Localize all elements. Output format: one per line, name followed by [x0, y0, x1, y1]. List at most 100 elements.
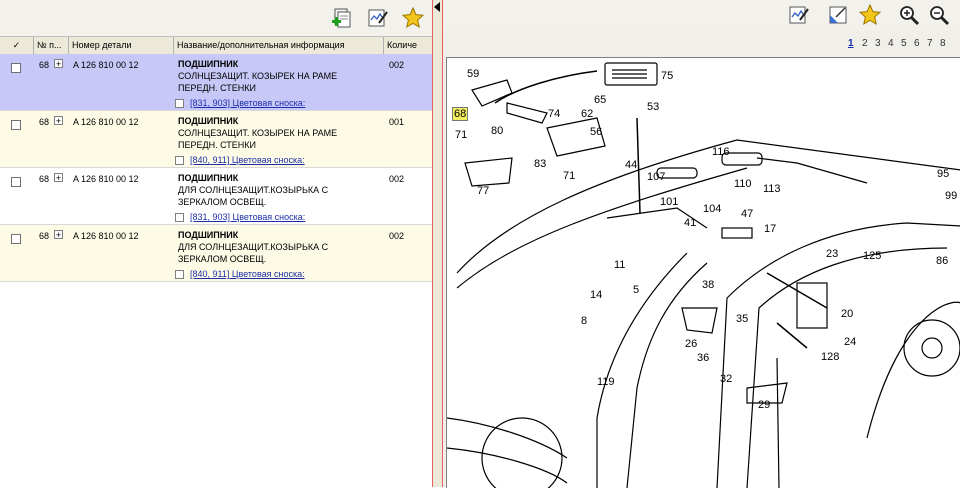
- column-header-position[interactable]: № п...: [34, 37, 69, 54]
- pane-splitter[interactable]: [432, 0, 443, 487]
- edit-notes-icon[interactable]: [785, 1, 813, 29]
- page-link-6[interactable]: 6: [914, 38, 920, 49]
- callout-label[interactable]: 80: [491, 125, 503, 137]
- part-number: A 126 810 00 12: [73, 117, 139, 127]
- part-description-line2: ЗЕРКАЛОМ ОСВЕЩ.: [178, 197, 267, 207]
- callout-label[interactable]: 74: [548, 108, 560, 120]
- part-description-line2: ЗЕРКАЛОМ ОСВЕЩ.: [178, 254, 267, 264]
- callout-label[interactable]: 75: [661, 70, 673, 82]
- edit-notes-icon[interactable]: [364, 4, 392, 32]
- fit-page-icon[interactable]: [824, 1, 852, 29]
- table-header: ✓ № п... Номер детали Название/дополните…: [0, 36, 432, 55]
- page-link-3[interactable]: 3: [875, 38, 881, 49]
- callout-label[interactable]: 26: [685, 338, 697, 350]
- callout-label[interactable]: 47: [741, 208, 753, 220]
- document-icon: [175, 270, 184, 279]
- callout-label[interactable]: 95: [937, 168, 949, 180]
- part-number: A 126 810 00 12: [73, 174, 139, 184]
- callout-label[interactable]: 59: [467, 68, 479, 80]
- callout-label[interactable]: 14: [590, 289, 602, 301]
- callout-label[interactable]: 71: [455, 129, 467, 141]
- column-header-part-number[interactable]: Номер детали: [69, 37, 174, 54]
- page-link-8[interactable]: 8: [940, 38, 946, 49]
- part-description-line1: СОЛНЦЕЗАЩИТ. КОЗЫРЕК НА РАМЕ: [178, 128, 338, 138]
- parts-diagram[interactable]: 59 75 65 62 74 53 56 68 71 80 44 83 77 7…: [446, 57, 960, 488]
- expand-icon[interactable]: +: [54, 173, 63, 183]
- callout-label[interactable]: 32: [720, 373, 732, 385]
- callout-label[interactable]: 119: [597, 376, 615, 388]
- callout-label[interactable]: 41: [684, 217, 696, 229]
- expand-icon[interactable]: +: [54, 59, 63, 69]
- row-checkbox[interactable]: [11, 120, 21, 130]
- part-description-line2: ПЕРЕДН. СТЕНКИ: [178, 83, 256, 93]
- callout-label[interactable]: 62: [581, 108, 593, 120]
- callout-label[interactable]: 38: [702, 279, 714, 291]
- callout-label[interactable]: 17: [764, 223, 776, 235]
- callout-label[interactable]: 65: [594, 94, 606, 106]
- callout-label[interactable]: 113: [763, 183, 781, 195]
- color-footnote-link[interactable]: [831, 903] Цветовая сноска:: [190, 98, 305, 108]
- callout-label[interactable]: 116: [712, 146, 730, 158]
- quantity: 002: [389, 60, 405, 70]
- callout-label[interactable]: 104: [703, 203, 721, 215]
- callout-label[interactable]: 5: [633, 284, 639, 296]
- position-number: 68: [39, 60, 50, 70]
- row-checkbox[interactable]: [11, 234, 21, 244]
- callout-label[interactable]: 71: [563, 170, 575, 182]
- table-row[interactable]: 68 + A 126 810 00 12 ПОДШИПНИК СОЛНЦЕЗАЩ…: [0, 54, 432, 111]
- part-description-line2: ПЕРЕДН. СТЕНКИ: [178, 140, 256, 150]
- expand-icon[interactable]: +: [54, 230, 63, 240]
- callout-label[interactable]: 107: [647, 171, 665, 183]
- callout-label[interactable]: 53: [647, 101, 659, 113]
- part-description-line1: ДЛЯ СОЛНЦЕЗАЩИТ.КОЗЫРЬКА С: [178, 185, 329, 195]
- page-link-1[interactable]: 1: [848, 38, 854, 49]
- document-icon: [175, 213, 184, 222]
- left-toolbar: [0, 0, 432, 36]
- column-header-check[interactable]: ✓: [0, 37, 34, 54]
- page-selector: 1 2 3 4 5 6 7 8: [443, 30, 960, 56]
- row-checkbox[interactable]: [11, 177, 21, 187]
- callout-label[interactable]: 86: [936, 255, 948, 267]
- callout-label-highlighted[interactable]: 68: [452, 107, 469, 121]
- callout-label[interactable]: 125: [863, 250, 881, 262]
- favorite-star-icon[interactable]: [399, 4, 427, 32]
- callout-label[interactable]: 128: [821, 351, 839, 363]
- table-row[interactable]: 68 + A 126 810 00 12 ПОДШИПНИК ДЛЯ СОЛНЦ…: [0, 168, 432, 225]
- expand-icon[interactable]: +: [54, 116, 63, 126]
- color-footnote-link[interactable]: [831, 903] Цветовая сноска:: [190, 212, 305, 222]
- callout-label[interactable]: 56: [590, 126, 602, 138]
- color-footnote-link[interactable]: [840, 911] Цветовая сноска:: [190, 155, 305, 165]
- position-number: 68: [39, 117, 50, 127]
- collapse-arrow-icon[interactable]: [434, 2, 440, 12]
- column-header-quantity[interactable]: Количе: [384, 37, 432, 54]
- callout-label[interactable]: 83: [534, 158, 546, 170]
- color-footnote-link[interactable]: [840, 911] Цветовая сноска:: [190, 269, 305, 279]
- callout-label[interactable]: 20: [841, 308, 853, 320]
- table-row[interactable]: 68 + A 126 810 00 12 ПОДШИПНИК СОЛНЦЕЗАЩ…: [0, 111, 432, 168]
- callout-label[interactable]: 11: [614, 259, 625, 271]
- table-row[interactable]: 68 + A 126 810 00 12 ПОДШИПНИК ДЛЯ СОЛНЦ…: [0, 225, 432, 282]
- callout-label[interactable]: 44: [625, 159, 637, 171]
- page-link-5[interactable]: 5: [901, 38, 907, 49]
- callout-label[interactable]: 36: [697, 352, 709, 364]
- callout-label[interactable]: 23: [826, 248, 838, 260]
- column-header-name[interactable]: Название/дополнительная информация: [174, 37, 384, 54]
- page-link-7[interactable]: 7: [927, 38, 933, 49]
- row-checkbox[interactable]: [11, 63, 21, 73]
- callout-label[interactable]: 77: [477, 185, 489, 197]
- callout-label[interactable]: 35: [736, 313, 748, 325]
- callout-label[interactable]: 110: [734, 178, 752, 190]
- callout-label[interactable]: 29: [758, 399, 770, 411]
- zoom-in-icon[interactable]: [895, 1, 923, 29]
- callout-label[interactable]: 8: [581, 315, 587, 327]
- right-toolbar: [443, 0, 960, 30]
- favorite-star-icon[interactable]: [856, 1, 884, 29]
- callout-label[interactable]: 99: [945, 190, 957, 202]
- page-link-4[interactable]: 4: [888, 38, 894, 49]
- callout-label[interactable]: 24: [844, 336, 856, 348]
- page-link-2[interactable]: 2: [862, 38, 868, 49]
- add-to-cart-icon[interactable]: [328, 4, 356, 32]
- zoom-out-icon[interactable]: [925, 1, 953, 29]
- position-number: 68: [39, 231, 50, 241]
- callout-label[interactable]: 101: [660, 196, 678, 208]
